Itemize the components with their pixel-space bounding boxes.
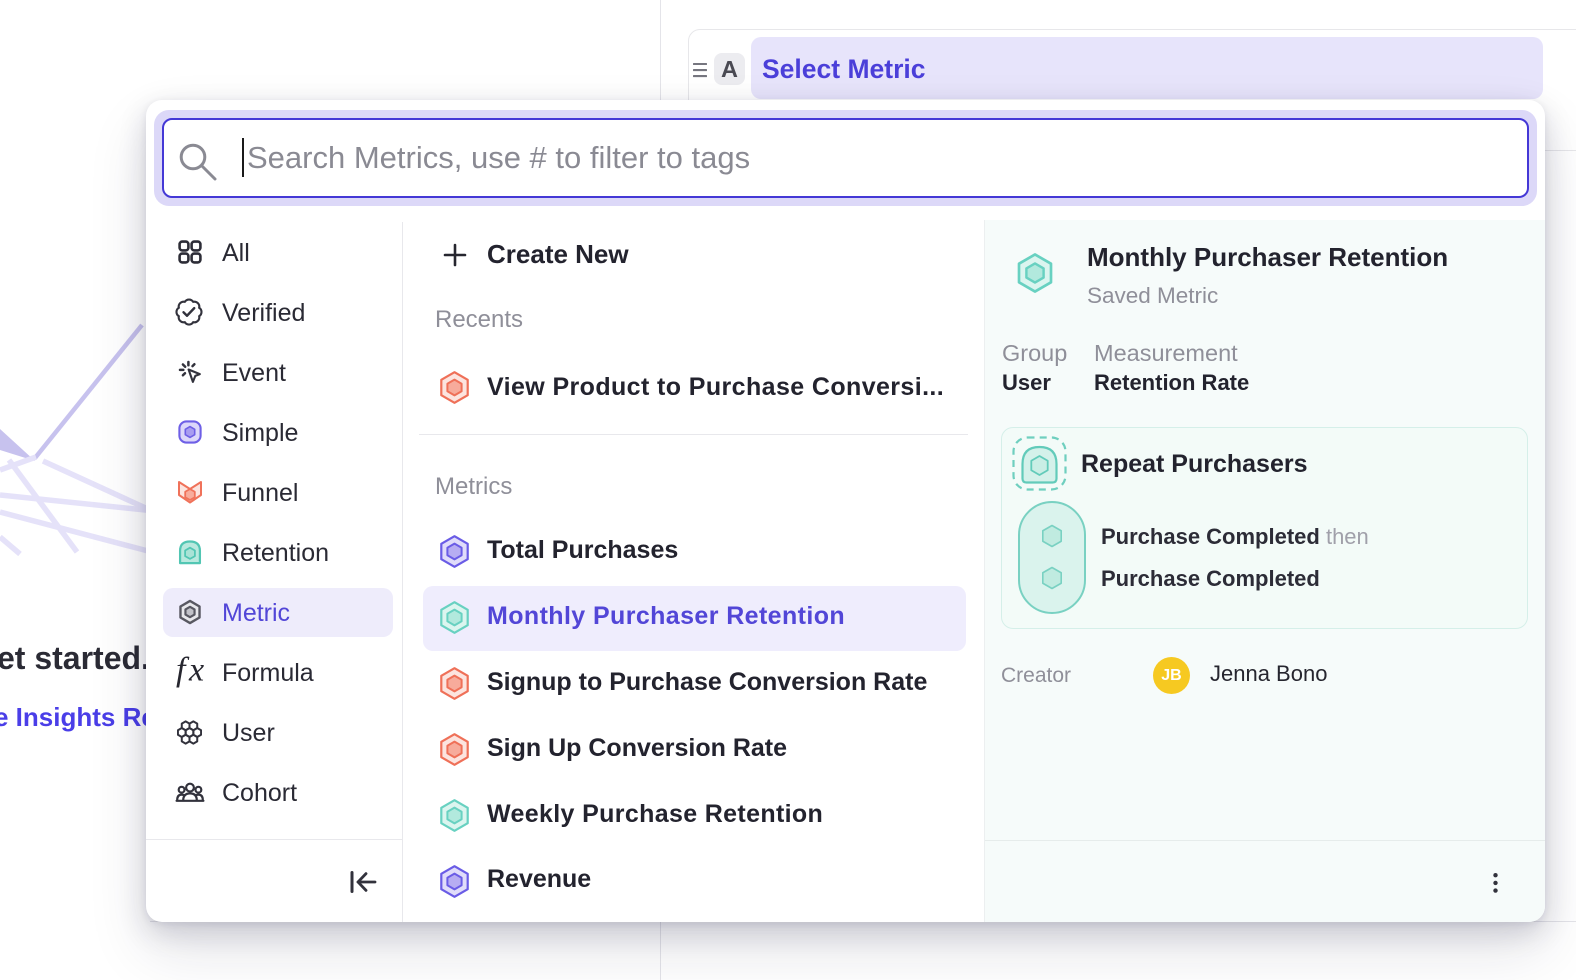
svg-text:fx: fx bbox=[176, 652, 204, 689]
